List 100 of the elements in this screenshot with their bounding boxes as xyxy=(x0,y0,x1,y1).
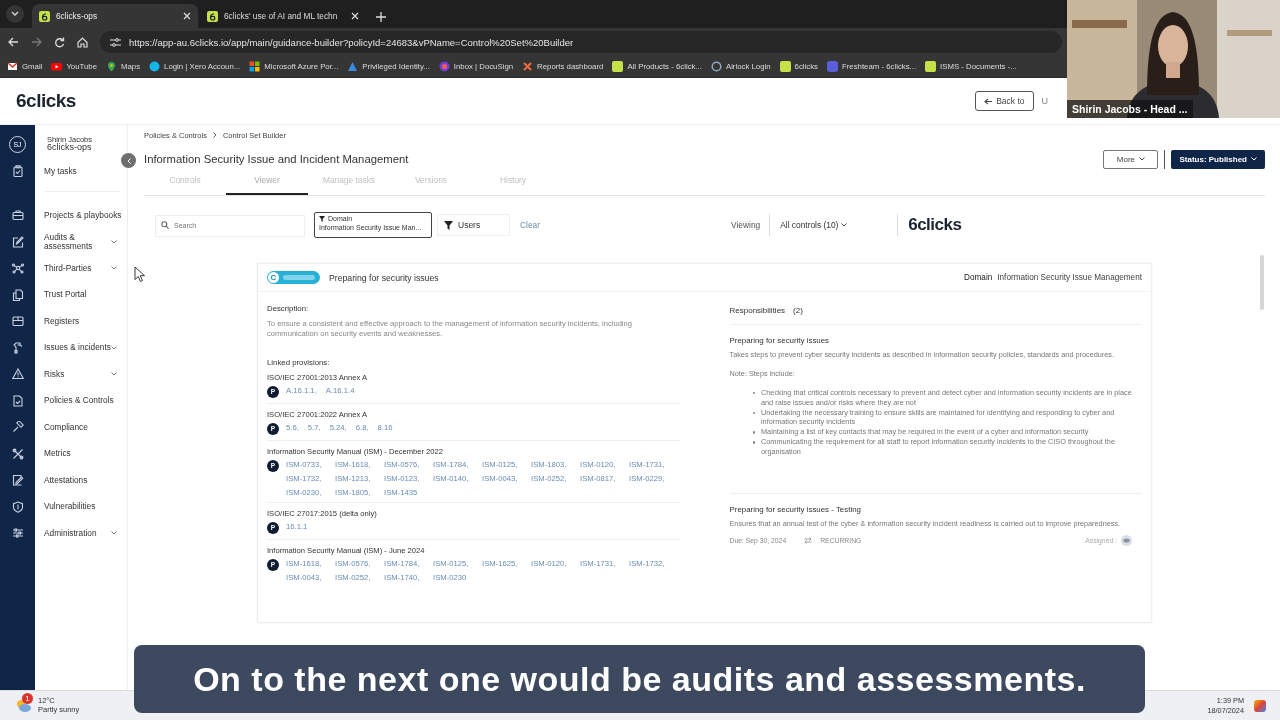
warning-icon[interactable] xyxy=(11,368,24,381)
logo: 6clicks xyxy=(908,215,962,235)
tools-icon[interactable] xyxy=(11,447,24,460)
briefcase-icon[interactable] xyxy=(11,209,24,222)
caret-icon xyxy=(1251,157,1257,161)
section-label: Responsibilities xyxy=(729,306,786,315)
browser-tab[interactable]: 6clicks-ops xyxy=(32,4,198,28)
browser-tab[interactable]: 6clicks' use of AI and ML techn xyxy=(200,4,366,28)
new-tab-icon[interactable] xyxy=(376,12,386,22)
tab-title: 6clicks' use of AI and ML techn xyxy=(224,11,339,21)
home-icon[interactable] xyxy=(77,36,88,48)
back-icon[interactable] xyxy=(8,37,19,47)
logo[interactable]: 6clicks xyxy=(16,90,76,112)
page-title: Information Security Issue and Incident Management xyxy=(144,153,410,165)
sidebar-item[interactable]: Risks xyxy=(35,369,111,379)
domain-value: Information Security Issue Management xyxy=(997,273,1142,282)
chevron-left-icon xyxy=(126,157,131,164)
viewing-label: Viewing xyxy=(731,214,771,236)
chevron-right-icon xyxy=(212,132,217,138)
filter-icon xyxy=(319,215,325,222)
documents-icon[interactable] xyxy=(11,288,24,301)
bullet-dot xyxy=(752,441,755,444)
forward-icon[interactable] xyxy=(31,37,42,47)
chevron-down-icon[interactable] xyxy=(111,345,117,350)
sidebar-item[interactable]: Third-Parties xyxy=(35,263,111,273)
reload-icon[interactable] xyxy=(54,36,65,48)
favicon-icon xyxy=(207,10,218,22)
url-text: https://app-au.6clicks.io/app/main/guidance-builder?policyId=24683&vPName=Control%20Set%20Builder xyxy=(129,36,574,48)
sidebar-item[interactable]: Audits & assessments xyxy=(35,233,111,251)
organization-name: 6clicks-ops xyxy=(47,143,93,153)
caret-icon xyxy=(11,11,19,17)
chevron-down-icon[interactable] xyxy=(111,266,117,271)
favicon-icon xyxy=(249,61,261,72)
control-title: Preparing for security issues xyxy=(329,272,440,283)
sidebar-item[interactable]: Projects & playbooks xyxy=(35,210,127,220)
more-button[interactable]: More xyxy=(1103,149,1159,169)
users-filter[interactable]: Users xyxy=(437,214,510,236)
chevron-down-icon[interactable] xyxy=(111,372,117,377)
sidebar-item[interactable]: Metrics xyxy=(35,449,127,459)
close-icon[interactable] xyxy=(183,12,191,20)
address-bar[interactable]: https://app-au.6clicks.io/app/main/guidance-builder?policyId=24683&vPName=Control%20Set%20Builder xyxy=(100,31,1062,53)
favicon-icon xyxy=(39,10,50,22)
favicon-icon xyxy=(612,61,624,72)
tab-list-button[interactable] xyxy=(6,5,24,23)
filter-icon xyxy=(444,220,453,230)
count-label: (2) xyxy=(793,306,803,315)
favicon-icon xyxy=(347,61,359,72)
site-info-icon xyxy=(110,37,121,47)
sidebar-item[interactable]: Registers xyxy=(35,316,127,326)
tab-title: 6clicks-ops xyxy=(56,11,99,21)
status-button[interactable]: Status: Published xyxy=(1171,149,1265,169)
caret-icon xyxy=(1139,157,1146,161)
sidebar-item[interactable]: Vulnerabilities xyxy=(35,502,127,512)
signed-document-icon[interactable] xyxy=(11,474,24,487)
favicon-icon xyxy=(710,61,722,72)
bullet-dot xyxy=(752,431,755,434)
scrollbar-thumb[interactable] xyxy=(1260,255,1264,310)
favicon-icon xyxy=(779,61,791,72)
clear-link[interactable]: Clear xyxy=(520,220,540,230)
box-icon[interactable] xyxy=(11,315,24,328)
badge-letter: C xyxy=(268,272,279,283)
settings-icon[interactable] xyxy=(11,527,24,540)
sidebar-item[interactable]: Trust Portal xyxy=(35,290,127,300)
sidebar-item[interactable]: Issues & incidents xyxy=(35,343,111,353)
sidebar-item[interactable]: Compliance xyxy=(35,422,127,432)
cursor-icon xyxy=(134,266,145,282)
repeat-icon xyxy=(804,536,813,544)
app-icon[interactable] xyxy=(1254,699,1266,712)
close-icon[interactable] xyxy=(351,12,359,20)
caret-icon xyxy=(841,223,848,227)
sidebar-item[interactable]: My tasks xyxy=(35,166,127,176)
video-caption: Shirin Jacobs - Head ... xyxy=(1067,100,1193,118)
arrow-left-icon xyxy=(984,97,993,105)
tool-icon[interactable] xyxy=(11,341,24,354)
clipboard-icon[interactable] xyxy=(11,165,24,177)
chevron-down-icon[interactable] xyxy=(111,531,117,536)
tab[interactable]: Viewer xyxy=(226,173,308,195)
favicon-icon xyxy=(522,61,534,72)
gavel-icon[interactable] xyxy=(11,421,24,434)
avatar-icon[interactable] xyxy=(1121,534,1132,546)
sidebar-item[interactable]: Attestations xyxy=(35,475,127,485)
notification-badge: 1 xyxy=(22,692,33,704)
sidebar-item[interactable]: Policies & Controls xyxy=(35,396,127,406)
sidebar-item[interactable]: Administration xyxy=(35,528,111,538)
domain-label: Domain xyxy=(964,273,993,282)
subtitle-caption: On to the next one would be audits and assessments. xyxy=(134,645,1145,713)
back-button[interactable]: Back to xyxy=(975,91,1034,111)
eye-icon xyxy=(1123,537,1130,543)
chevron-down-icon[interactable] xyxy=(111,239,117,244)
favicon-icon xyxy=(149,61,161,72)
pencil-icon[interactable] xyxy=(11,235,24,248)
button-label[interactable]: U xyxy=(1041,96,1048,106)
view-dropdown[interactable]: All controls (10) xyxy=(780,214,899,236)
favicon-icon xyxy=(925,61,937,72)
document-check-icon[interactable] xyxy=(11,394,24,407)
shield-icon[interactable] xyxy=(11,500,24,513)
network-icon[interactable] xyxy=(11,262,24,275)
favicon-icon xyxy=(7,61,18,72)
search-icon xyxy=(161,221,169,229)
favicon-icon xyxy=(438,61,450,72)
